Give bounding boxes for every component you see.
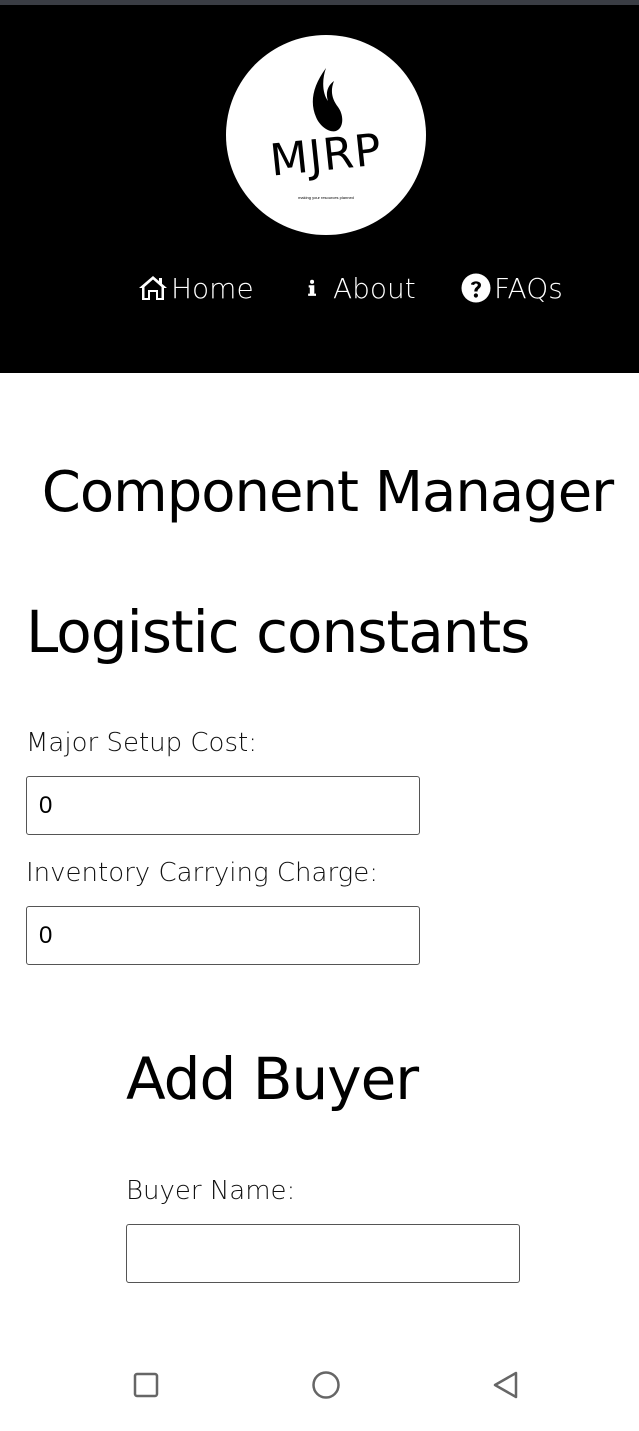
- main-nav: Home About FAQs: [0, 263, 639, 313]
- nav-faqs-label: FAQs: [494, 271, 563, 305]
- page-title: Component Manager: [41, 460, 614, 525]
- add-buyer-heading: Add Buyer: [126, 1045, 419, 1113]
- logistic-constants-heading: Logistic constants: [26, 598, 530, 666]
- site-header: MJRP making your resources planned Home …: [0, 5, 639, 373]
- inventory-carrying-charge-input[interactable]: [26, 906, 420, 965]
- nav-home-label: Home: [171, 271, 254, 305]
- inventory-carrying-charge-label: Inventory Carrying Charge:: [26, 858, 379, 888]
- nav-about-label: About: [333, 271, 416, 305]
- nav-faqs-link[interactable]: FAQs: [460, 263, 563, 313]
- question-circle-icon: [461, 273, 491, 303]
- buyer-name-label: Buyer Name:: [126, 1176, 296, 1206]
- triangle-back-icon[interactable]: [488, 1367, 524, 1403]
- logo[interactable]: MJRP making your resources planned: [226, 35, 426, 235]
- buyer-name-input[interactable]: [126, 1224, 520, 1283]
- square-recents-icon[interactable]: [128, 1367, 164, 1403]
- circle-home-icon[interactable]: [308, 1367, 344, 1403]
- major-setup-cost-label: Major Setup Cost:: [26, 728, 257, 758]
- nav-about-link[interactable]: About: [307, 263, 416, 313]
- info-icon: [308, 279, 316, 296]
- major-setup-cost-input[interactable]: [26, 776, 420, 835]
- home-icon: [139, 276, 167, 300]
- logo-tagline: making your resources planned: [298, 195, 354, 200]
- nav-home-link[interactable]: Home: [137, 263, 254, 313]
- system-navigation-bar: [0, 1345, 639, 1431]
